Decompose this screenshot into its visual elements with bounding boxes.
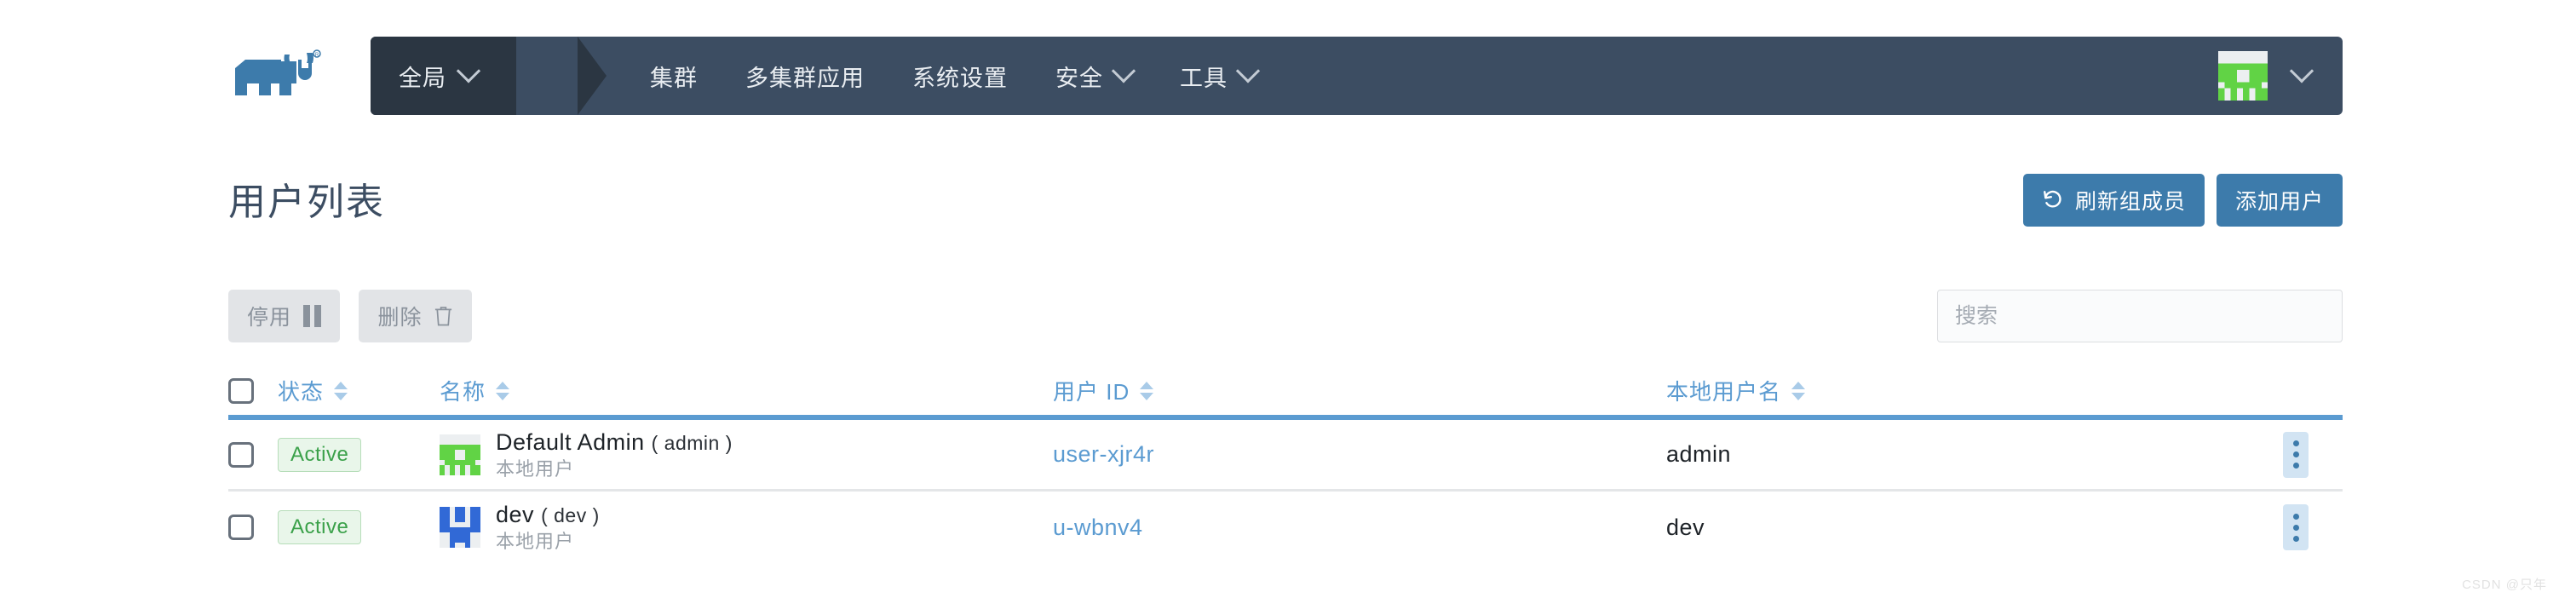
user-login-paren: ( dev ) xyxy=(541,504,600,527)
page-header-actions: 刷新组成员 添加用户 xyxy=(2022,174,2343,227)
nav-item-multi-cluster-apps[interactable]: 多集群应用 xyxy=(722,37,888,115)
watermark: CSDN @只年 xyxy=(2462,578,2547,592)
chevron-down-icon xyxy=(456,59,481,83)
avatar xyxy=(440,434,480,475)
deactivate-label: 停用 xyxy=(247,306,292,330)
avatar xyxy=(440,507,480,548)
user-login-paren: ( admin ) xyxy=(651,431,733,454)
user-name-cell: Default Admin ( admin ) 本地用户 xyxy=(440,429,1053,480)
sort-icon xyxy=(1791,381,1806,400)
refresh-group-members-button[interactable]: 刷新组成员 xyxy=(2022,174,2205,227)
deactivate-button[interactable]: 停用 xyxy=(228,290,341,342)
delete-label: 删除 xyxy=(377,306,423,330)
add-user-button[interactable]: 添加用户 xyxy=(2216,174,2343,227)
search-input[interactable] xyxy=(1937,290,2343,342)
user-id-link[interactable]: user-xjr4r xyxy=(1053,441,1154,467)
user-display-name-text: Default Admin xyxy=(496,428,645,455)
nav-item-system-settings[interactable]: 系统设置 xyxy=(888,37,1032,115)
nav-links: 集群 多集群应用 系统设置 安全 工具 xyxy=(626,37,1280,115)
user-menu[interactable] xyxy=(2218,37,2314,115)
sort-icon xyxy=(496,381,510,400)
select-all-cell xyxy=(228,377,278,404)
svg-text:R: R xyxy=(315,53,319,58)
row-actions-button[interactable] xyxy=(2283,504,2309,550)
column-header-label: 名称 xyxy=(440,379,486,405)
user-display-name: Default Admin ( admin ) xyxy=(496,429,733,456)
avatar xyxy=(2218,51,2268,101)
nav-item-clusters[interactable]: 集群 xyxy=(626,37,722,115)
table-row[interactable]: Active Default Admin (admin) 本地用户 user… xyxy=(228,420,2343,492)
user-id-link[interactable]: u-wbnv4 xyxy=(1053,515,1143,540)
page-header: 用户列表 刷新组成员 添加用户 xyxy=(228,174,2343,228)
status-badge: Active xyxy=(278,437,362,472)
column-header-user-id[interactable]: 用户 ID xyxy=(1053,375,1666,406)
users-table: 状态 名称 用户 ID 本地用户名 Active Default Admin (… xyxy=(228,366,2343,563)
nav-item-tools[interactable]: 工具 xyxy=(1156,37,1280,115)
row-actions-button[interactable] xyxy=(2283,431,2309,478)
table-row[interactable]: Active dev (dev) 本地用户 u-wbnv4 dev xyxy=(228,492,2343,563)
local-username: admin xyxy=(1666,441,1732,467)
local-username: dev xyxy=(1666,514,1705,540)
nav-scope-arrow xyxy=(578,37,607,115)
nav-item-label: 系统设置 xyxy=(912,65,1008,91)
column-header-label: 本地用户名 xyxy=(1666,379,1782,405)
main-navbar: 全局 集群 多集群应用 系统设置 安全 工具 xyxy=(371,37,2343,115)
nav-item-label: 安全 xyxy=(1055,65,1103,91)
rancher-logo[interactable]: R xyxy=(228,43,352,102)
status-badge: Active xyxy=(278,510,362,544)
user-display-name-text: dev xyxy=(496,502,535,528)
sort-icon xyxy=(1140,381,1154,400)
add-user-label: 添加用户 xyxy=(2234,190,2324,214)
delete-button[interactable]: 删除 xyxy=(359,290,473,342)
nav-scope-selector[interactable]: 全局 xyxy=(371,37,516,115)
select-all-checkbox[interactable] xyxy=(228,377,254,404)
pause-icon xyxy=(303,305,322,327)
user-name-cell: dev ( dev ) 本地用户 xyxy=(440,502,1053,552)
user-display-name: dev ( dev ) xyxy=(496,502,600,528)
nav-item-label: 集群 xyxy=(650,65,698,91)
column-header-local-username[interactable]: 本地用户名 xyxy=(1666,375,2249,406)
column-header-label: 状态 xyxy=(278,379,325,405)
nav-item-label: 多集群应用 xyxy=(745,65,865,91)
trash-icon xyxy=(435,307,452,326)
nav-item-security[interactable]: 安全 xyxy=(1032,37,1156,115)
refresh-icon xyxy=(2044,190,2061,208)
chevron-down-icon xyxy=(1235,59,1261,83)
sort-icon xyxy=(334,381,348,400)
table-toolbar: 停用 删除 xyxy=(228,290,2343,342)
user-provider-label: 本地用户 xyxy=(496,531,575,553)
top-bar: R 全局 集群 多集群应用 系统设置 安全 工具 xyxy=(0,0,2576,119)
column-header-label: 用户 ID xyxy=(1053,379,1130,405)
column-header-name[interactable]: 名称 xyxy=(440,375,1053,406)
user-provider-label: 本地用户 xyxy=(496,457,575,480)
row-checkbox[interactable] xyxy=(228,515,254,540)
nav-scope-label: 全局 xyxy=(399,65,446,91)
chevron-down-icon xyxy=(1111,59,1136,83)
column-header-state[interactable]: 状态 xyxy=(278,375,440,406)
row-checkbox[interactable] xyxy=(228,441,254,468)
chevron-down-icon xyxy=(2289,59,2314,83)
nav-item-label: 工具 xyxy=(1180,65,1228,91)
page-title: 用户列表 xyxy=(228,181,385,223)
refresh-group-members-label: 刷新组成员 xyxy=(2074,190,2186,214)
table-header-row: 状态 名称 用户 ID 本地用户名 xyxy=(228,366,2343,420)
